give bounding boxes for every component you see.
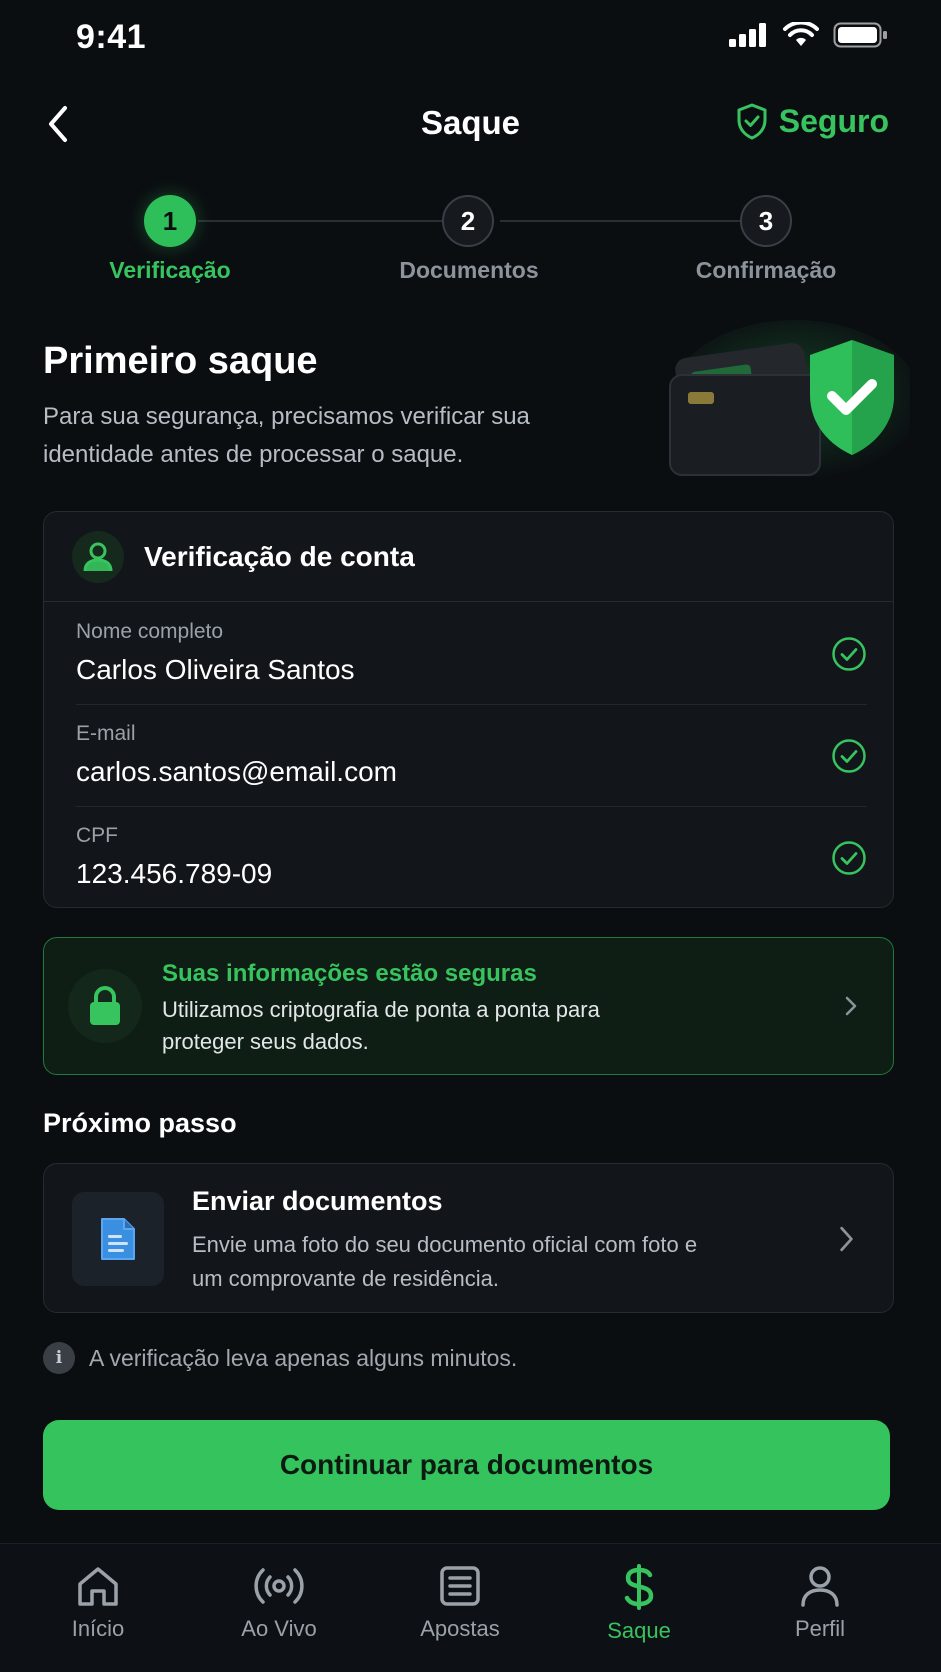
stepper-connector — [198, 220, 442, 222]
nav-item-perfil[interactable]: Perfil — [740, 1564, 900, 1642]
field-email: E-mail carlos.santos@email.com — [44, 704, 893, 805]
step-2-indicator: 2 — [442, 195, 494, 247]
nav-label: Apostas — [420, 1616, 500, 1641]
signal-icon — [729, 23, 766, 47]
status-icons — [729, 22, 889, 48]
nav-item-apostas[interactable]: Apostas — [380, 1564, 540, 1642]
step-3-indicator: 3 — [740, 195, 792, 247]
bets-list-icon — [440, 1566, 480, 1606]
chevron-right-icon — [840, 1226, 853, 1252]
stepper-connector — [500, 220, 742, 222]
shield-check-icon — [737, 103, 767, 140]
account-card-header: Verificação de conta — [44, 512, 893, 602]
field-value: carlos.santos@email.com — [76, 756, 397, 787]
field-value: 123.456.789-09 — [76, 858, 273, 889]
bottom-navigation: Início Ao Vivo Apostas Saque Perfil — [0, 1543, 941, 1672]
nav-label: Ao Vivo — [241, 1616, 317, 1641]
field-value: Carlos Oliveira Santos — [76, 654, 355, 685]
verification-time-info: i A verificação leva apenas alguns minut… — [43, 1342, 517, 1374]
secure-label: Seguro — [778, 102, 889, 139]
next-step-heading: Próximo passo — [43, 1108, 237, 1138]
info-icon: i — [43, 1342, 75, 1374]
dollar-icon — [624, 1564, 654, 1610]
field-full-name: Nome completo Carlos Oliveira Santos — [44, 602, 893, 703]
step-3-label: Confirmação — [695, 257, 837, 283]
user-icon — [72, 530, 124, 583]
chevron-right-icon — [845, 996, 857, 1016]
wifi-icon — [783, 22, 819, 46]
nav-item-inicio[interactable]: Início — [18, 1564, 178, 1642]
intro-description: Para sua segurança, precisamos verificar… — [43, 403, 530, 468]
status-time: 9:41 — [76, 18, 147, 56]
security-notice-title: Suas informações estão seguras — [162, 960, 537, 987]
wallet-shield-illustration — [669, 320, 910, 480]
send-documents-title: Enviar documentos — [192, 1186, 443, 1216]
field-label: E-mail — [76, 722, 136, 745]
battery-icon — [833, 22, 887, 48]
nav-label: Saque — [607, 1618, 671, 1643]
field-label: Nome completo — [76, 620, 224, 643]
check-circle-icon — [832, 739, 866, 773]
check-circle-icon — [832, 841, 866, 875]
send-documents-description: Envie uma foto do seu documento oficial … — [192, 1232, 698, 1291]
continue-to-documents-button[interactable]: Continuar para documentos — [43, 1420, 890, 1510]
profile-icon — [801, 1566, 839, 1607]
field-label: CPF — [76, 824, 118, 847]
nav-label: Início — [71, 1616, 125, 1641]
send-documents-card[interactable]: Enviar documentos Envie uma foto do seu … — [43, 1163, 894, 1313]
intro-title: Primeiro saque — [43, 340, 318, 382]
home-icon — [78, 1567, 118, 1606]
check-circle-icon — [832, 637, 866, 671]
step-1-label: Verificação — [109, 257, 231, 283]
lock-icon — [68, 969, 142, 1043]
account-card-title: Verificação de conta — [144, 540, 415, 572]
security-notice-description: Utilizamos criptografia de ponta a ponta… — [162, 997, 600, 1054]
nav-label: Perfil — [794, 1616, 846, 1641]
account-verification-card: Verificação de conta Nome completo Carlo… — [43, 511, 894, 908]
step-1-indicator: 1 — [144, 195, 196, 247]
secure-badge[interactable]: Seguro — [735, 102, 889, 140]
security-notice-card[interactable]: Suas informações estão seguras Utilizamo… — [43, 937, 894, 1075]
info-text: A verificação leva apenas alguns minutos… — [89, 1344, 518, 1371]
nav-item-saque[interactable]: Saque — [559, 1564, 719, 1644]
field-cpf: CPF 123.456.789-09 — [44, 806, 893, 907]
live-broadcast-icon — [254, 1568, 304, 1604]
nav-item-ao-vivo[interactable]: Ao Vivo — [199, 1564, 359, 1642]
step-2-label: Documentos — [399, 257, 539, 283]
document-icon — [72, 1192, 164, 1286]
